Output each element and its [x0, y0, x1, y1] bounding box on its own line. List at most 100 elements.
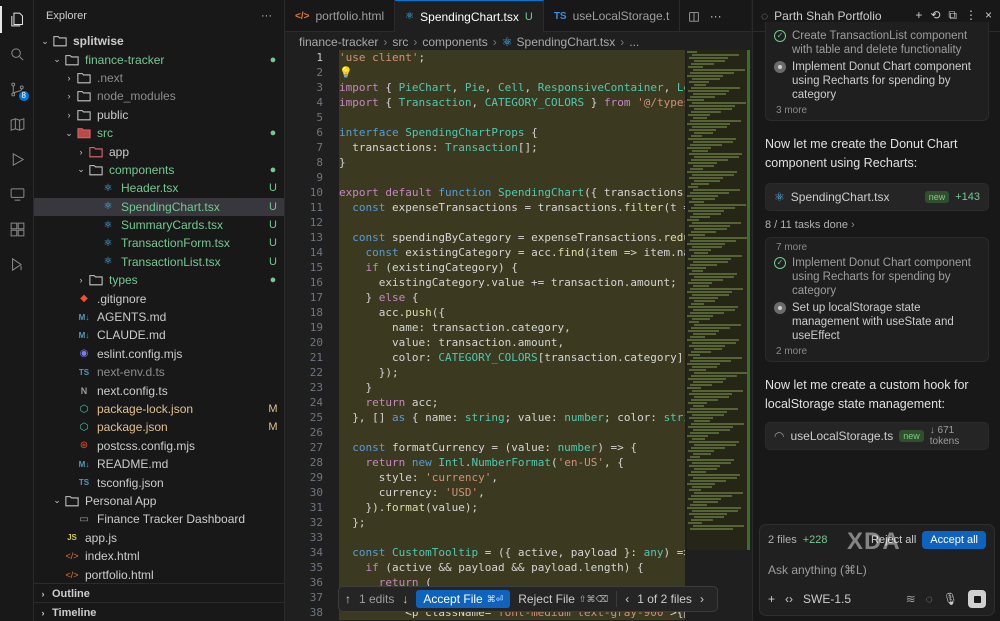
tree-item[interactable]: ⚛ SummaryCards.tsx U: [34, 216, 284, 234]
outline-section[interactable]: › Outline: [34, 583, 285, 603]
tree-item[interactable]: ▭ Finance Tracker Dashboard: [34, 510, 284, 528]
next-edit-icon[interactable]: ↓: [402, 592, 408, 606]
previous-file-icon[interactable]: ‹: [625, 592, 629, 606]
tasks-progress[interactable]: 8 / 11 tasks done ›: [753, 219, 1000, 231]
tree-item[interactable]: › types ●: [34, 271, 284, 289]
breadcrumb-item[interactable]: SpendingChart.tsx: [517, 35, 616, 49]
tree-item[interactable]: ⬡ package-lock.json M: [34, 400, 284, 418]
search-icon[interactable]: [0, 37, 34, 72]
add-context-icon[interactable]: +: [768, 592, 775, 606]
new-chat-icon[interactable]: +: [915, 8, 922, 23]
tree-item[interactable]: ◉ eslint.config.mjs: [34, 345, 284, 363]
code-line[interactable]: return acc;: [339, 395, 685, 410]
code-line[interactable]: }).format(value);: [339, 500, 685, 515]
previous-edit-icon[interactable]: ↑: [345, 592, 351, 606]
breadcrumb-item[interactable]: ...: [629, 35, 639, 49]
tree-item[interactable]: › node_modules: [34, 87, 284, 105]
code-line[interactable]: export default function SpendingChart({ …: [339, 185, 685, 200]
debug-icon[interactable]: [0, 142, 34, 177]
code-line[interactable]: };: [339, 515, 685, 530]
run-icon[interactable]: [0, 247, 34, 282]
code-line[interactable]: 💡: [339, 65, 685, 80]
code-line[interactable]: [339, 170, 685, 185]
code-line[interactable]: value: transaction.amount,: [339, 335, 685, 350]
more-actions-icon[interactable]: ···: [261, 10, 272, 22]
tree-item[interactable]: ⌄ components ●: [34, 161, 284, 179]
code-line[interactable]: return new Intl.NumberFormat('en-US', {: [339, 455, 685, 470]
tree-item[interactable]: ⚛ SpendingChart.tsx U: [34, 197, 284, 216]
scrollbar[interactable]: [747, 50, 750, 550]
map-icon[interactable]: [0, 107, 34, 142]
history-icon[interactable]: ⟲: [930, 8, 940, 23]
code-line[interactable]: interface SpendingChartProps {: [339, 125, 685, 140]
code-line[interactable]: [339, 425, 685, 440]
accept-all-button[interactable]: Accept all: [922, 531, 986, 549]
remote-explorer-icon[interactable]: [0, 177, 34, 212]
microphone-icon[interactable]: 🎙: [943, 592, 958, 606]
code-editor[interactable]: 1 2 3 4 5 6 7 8 9 10 11 12 13 14 15 16 17 18 19 20 21 22 23 24 2…: [285, 50, 751, 621]
code-line[interactable]: style: 'currency',: [339, 470, 685, 485]
code-line[interactable]: name: transaction.category,: [339, 320, 685, 335]
code-line[interactable]: 'use client';: [339, 50, 685, 65]
tree-item[interactable]: ⬡ package.json M: [34, 418, 284, 436]
source-control-icon[interactable]: 8: [0, 72, 34, 107]
code-line[interactable]: const expenseTransactions = transactions…: [339, 200, 685, 215]
tree-item[interactable]: TS next-env.d.ts: [34, 363, 284, 381]
close-icon[interactable]: ×: [985, 8, 992, 23]
tree-item[interactable]: ◆ .gitignore: [34, 289, 284, 307]
tree-item[interactable]: M↓ CLAUDE.md: [34, 326, 284, 344]
code-line[interactable]: color: CATEGORY_COLORS[transaction.categ…: [339, 350, 685, 365]
code-line[interactable]: const spendingByCategory = expenseTransa…: [339, 230, 685, 245]
editor-tab[interactable]: </> portfolio.html: [285, 0, 396, 32]
code-content[interactable]: 'use client'; 💡 import { PieChart, Pie, Ce…: [339, 50, 685, 620]
editor-tab[interactable]: TS useLocalStorage.t: [544, 0, 681, 32]
code-line[interactable]: transactions: Transaction[];: [339, 140, 685, 155]
minimap[interactable]: [687, 50, 748, 550]
changed-files-count[interactable]: 2 files: [768, 534, 797, 546]
explorer-icon[interactable]: [0, 2, 34, 37]
code-icon[interactable]: ‹›: [785, 592, 793, 606]
code-line[interactable]: const CustomTooltip = ({ active, payload…: [339, 545, 685, 560]
tree-item[interactable]: › public: [34, 106, 284, 124]
code-line[interactable]: [339, 110, 685, 125]
split-editor-icon[interactable]: ◫: [688, 9, 699, 23]
accept-file-button[interactable]: Accept File ⌘⏎: [416, 590, 511, 608]
tree-item[interactable]: ⚛ Header.tsx U: [34, 179, 284, 197]
more-tasks-link[interactable]: 3 more: [774, 105, 980, 116]
tree-item[interactable]: ⚛ TransactionList.tsx U: [34, 253, 284, 271]
code-line[interactable]: } else {: [339, 290, 685, 305]
tree-item[interactable]: M↓ AGENTS.md: [34, 308, 284, 326]
more-tasks-link[interactable]: 2 more: [774, 346, 980, 357]
tree-item[interactable]: Nnext.config.ts: [34, 381, 284, 399]
code-line[interactable]: const formatCurrency = (value: number) =…: [339, 440, 685, 455]
model-selector[interactable]: SWE-1.5: [803, 592, 851, 606]
extensions-icon[interactable]: [0, 212, 34, 247]
code-line[interactable]: existingCategory.value += transaction.am…: [339, 275, 685, 290]
tree-item[interactable]: </> portfolio.html: [34, 565, 284, 583]
tree-item[interactable]: JS app.js: [34, 529, 284, 547]
tree-item[interactable]: ⌄ splitwise: [34, 32, 284, 50]
code-line[interactable]: [339, 530, 685, 545]
code-line[interactable]: import { PieChart, Pie, Cell, Responsive…: [339, 80, 685, 95]
breadcrumb-item[interactable]: src: [392, 35, 408, 49]
tree-item[interactable]: ⚛ TransactionForm.tsx U: [34, 234, 284, 252]
reject-all-button[interactable]: Reject all: [871, 534, 916, 546]
more-actions-icon[interactable]: ···: [710, 9, 722, 23]
file-change-card[interactable]: ◠ useLocalStorage.ts new ↓ 671 tokens: [765, 422, 989, 450]
tree-item[interactable]: TS tsconfig.json: [34, 473, 284, 491]
reject-file-button[interactable]: Reject File ⇧⌘⌫: [518, 592, 608, 606]
code-line[interactable]: }: [339, 155, 685, 170]
tree-item[interactable]: › app: [34, 142, 284, 160]
chat-input[interactable]: Ask anything (⌘L): [760, 555, 994, 585]
open-editor-icon[interactable]: ⧉: [948, 8, 957, 23]
timeline-section[interactable]: › Timeline: [34, 602, 285, 621]
code-line[interactable]: import { Transaction, CATEGORY_COLORS } …: [339, 95, 685, 110]
tree-item[interactable]: M↓ README.md: [34, 455, 284, 473]
next-file-icon[interactable]: ›: [700, 592, 704, 606]
tree-item[interactable]: ⌄ Personal App: [34, 492, 284, 510]
editor-tab[interactable]: ⚛ SpendingChart.tsx U: [395, 0, 544, 32]
code-line[interactable]: }: [339, 380, 685, 395]
code-line[interactable]: currency: 'USD',: [339, 485, 685, 500]
code-line[interactable]: const existingCategory = acc.find(item =…: [339, 245, 686, 260]
breadcrumb-item[interactable]: components: [422, 35, 487, 49]
